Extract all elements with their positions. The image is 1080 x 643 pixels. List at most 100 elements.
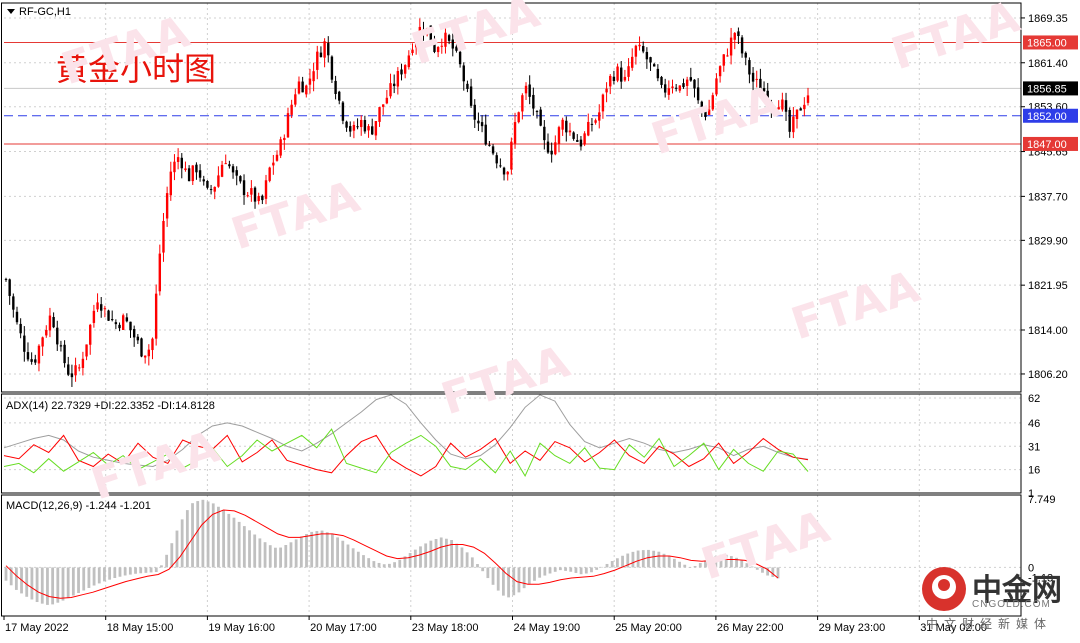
macd-bar	[320, 530, 324, 568]
candle-body	[704, 108, 707, 117]
macd-bar	[590, 567, 593, 573]
candle-body	[360, 119, 363, 128]
candle-body	[162, 220, 165, 253]
candle-body	[209, 189, 213, 191]
time-tick-label: 23 May 18:00	[412, 622, 479, 634]
candle-body	[568, 130, 572, 133]
candle-body	[246, 195, 249, 197]
macd-bar	[227, 513, 231, 568]
candle-body	[726, 55, 729, 57]
macd-bar	[678, 561, 681, 568]
candle-body	[213, 186, 216, 192]
candle-body	[557, 127, 561, 145]
candle-body	[231, 166, 235, 173]
macd-bar	[61, 567, 65, 601]
macd-bar	[180, 519, 184, 568]
candle-body	[689, 77, 693, 81]
macd-bar	[470, 557, 474, 568]
macd-bar	[761, 567, 764, 573]
macd-bar	[160, 565, 163, 568]
candle-body	[667, 88, 671, 95]
candle-body	[587, 121, 590, 136]
macd-bar	[419, 546, 422, 568]
candle-body	[770, 102, 773, 109]
candle-body	[165, 193, 169, 219]
candle-body	[217, 175, 220, 187]
price-tick-label: 1806.20	[1028, 369, 1068, 381]
candle-body	[81, 358, 85, 368]
candle-body	[759, 78, 762, 91]
macd-bar	[724, 554, 728, 568]
candle-body	[799, 108, 802, 111]
macd-bar	[600, 566, 604, 568]
candle-body	[502, 167, 506, 175]
candle-body	[147, 349, 151, 357]
macd-bar	[185, 510, 189, 568]
macd-bar	[476, 564, 479, 568]
candle-body	[711, 95, 714, 110]
candle-body	[176, 157, 180, 162]
candle-body	[264, 180, 268, 199]
candle-body	[239, 176, 242, 182]
macd-bar	[398, 559, 402, 568]
macd-bar	[688, 567, 692, 568]
macd-bar	[279, 547, 283, 568]
candle-body	[224, 163, 227, 165]
candle-body	[48, 315, 52, 331]
candle-body	[242, 180, 246, 196]
candle-body	[279, 139, 282, 156]
candle-body	[627, 66, 630, 77]
macd-bar	[128, 567, 132, 575]
candle-body	[773, 108, 777, 111]
candle-body	[700, 101, 703, 109]
macd-bar	[517, 567, 521, 593]
candle-body	[191, 165, 194, 182]
macd-bar	[574, 567, 578, 573]
minus-di-line	[3, 428, 809, 477]
adx-tick-label: 16	[1028, 465, 1040, 477]
candle-body	[41, 337, 44, 347]
candle-body	[107, 310, 110, 321]
macd-bar	[771, 567, 775, 577]
macd-title: MACD(12,26,9) -1.244 -1.201	[6, 500, 151, 512]
candle-body	[422, 29, 425, 33]
candle-body	[180, 157, 183, 169]
macd-bar	[698, 563, 702, 568]
macd-bar	[538, 567, 542, 578]
candle-body	[400, 69, 403, 75]
macd-bar	[372, 561, 376, 568]
macd-bar	[206, 501, 210, 568]
candle-body	[510, 141, 513, 170]
candle-body	[250, 188, 253, 195]
macd-bar	[496, 567, 500, 591]
macd-bar	[729, 556, 733, 568]
candle-body	[729, 37, 733, 56]
candle-body	[114, 322, 118, 325]
macd-bar	[103, 567, 106, 582]
macd-bar	[71, 567, 75, 596]
candle-body	[411, 49, 414, 54]
candle-body	[590, 123, 594, 125]
candle-body	[37, 345, 41, 364]
candle-body	[352, 124, 356, 131]
candle-body	[253, 187, 257, 202]
chart-canvas[interactable]: 1869.351861.401853.601845.651837.701829.…	[0, 0, 1080, 638]
candle-body	[473, 104, 476, 120]
macd-bar	[564, 567, 567, 571]
candle-body	[513, 122, 517, 144]
candle-body	[15, 311, 19, 323]
candle-body	[23, 335, 26, 352]
candle-body	[19, 323, 22, 334]
candle-body	[235, 170, 238, 176]
macd-bar	[82, 567, 86, 591]
candle-body	[495, 155, 498, 164]
time-tick-label: 18 May 15:00	[107, 622, 174, 634]
candle-body	[12, 296, 15, 310]
candle-body	[151, 338, 154, 351]
candle-body	[535, 111, 539, 113]
candle-body	[572, 132, 575, 139]
candle-body	[506, 171, 509, 175]
price-tick-label: 1821.95	[1028, 280, 1068, 292]
macd-bar	[558, 567, 562, 571]
candle-body	[56, 327, 59, 345]
